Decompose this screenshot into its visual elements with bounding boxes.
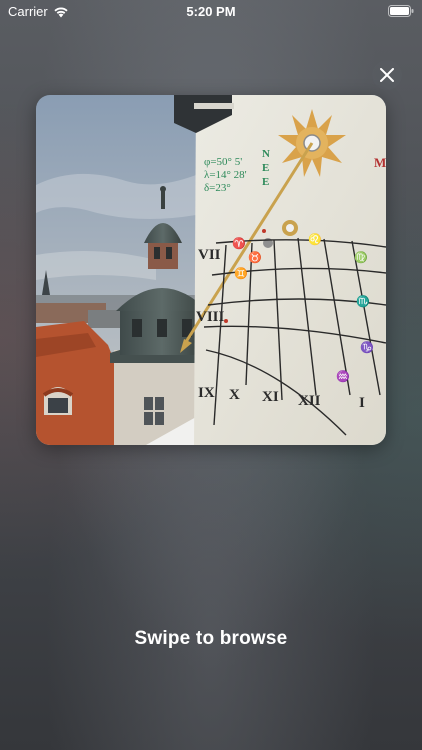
hour-numeral-ix: IX: [198, 385, 215, 401]
hour-numeral-viii: VIII: [196, 309, 225, 325]
clock: 5:20 PM: [186, 4, 236, 19]
svg-text:♌: ♌: [308, 233, 322, 246]
svg-text:♏: ♏: [356, 295, 370, 308]
compass-letter-2: E: [262, 162, 269, 174]
svg-text:♉: ♉: [248, 251, 262, 264]
hour-numeral-xii: XII: [298, 393, 321, 409]
photo-card[interactable]: φ=50° 5' λ=14° 28' δ=23° N E E M VII VII…: [36, 95, 386, 445]
latitude-inscription: φ=50° 5': [204, 156, 242, 168]
longitude-inscription: λ=14° 28': [204, 169, 247, 181]
declination-inscription: δ=23°: [204, 182, 231, 194]
hour-numeral-x: X: [229, 387, 240, 403]
svg-text:♊: ♊: [234, 267, 248, 280]
svg-text:♍: ♍: [354, 251, 368, 264]
swipe-hint: Swipe to browse: [134, 628, 288, 649]
compass-letter-3: E: [262, 176, 269, 188]
svg-text:♑: ♑: [360, 341, 374, 354]
close-button[interactable]: [372, 60, 402, 90]
svg-text:♒: ♒: [336, 370, 350, 383]
sundial-photo: φ=50° 5' λ=14° 28' δ=23° N E E M VII VII…: [36, 95, 386, 445]
battery-icon: [388, 5, 414, 17]
compass-letter-1: N: [262, 148, 270, 160]
hour-numeral-i: I: [359, 395, 365, 411]
status-bar: Carrier 5:20 PM: [0, 0, 422, 22]
close-icon: [380, 68, 394, 82]
hour-numeral-vii: VII: [198, 247, 221, 263]
hour-numeral-xi: XI: [262, 389, 279, 405]
svg-text:M: M: [374, 155, 386, 170]
svg-text:♈: ♈: [232, 237, 246, 250]
